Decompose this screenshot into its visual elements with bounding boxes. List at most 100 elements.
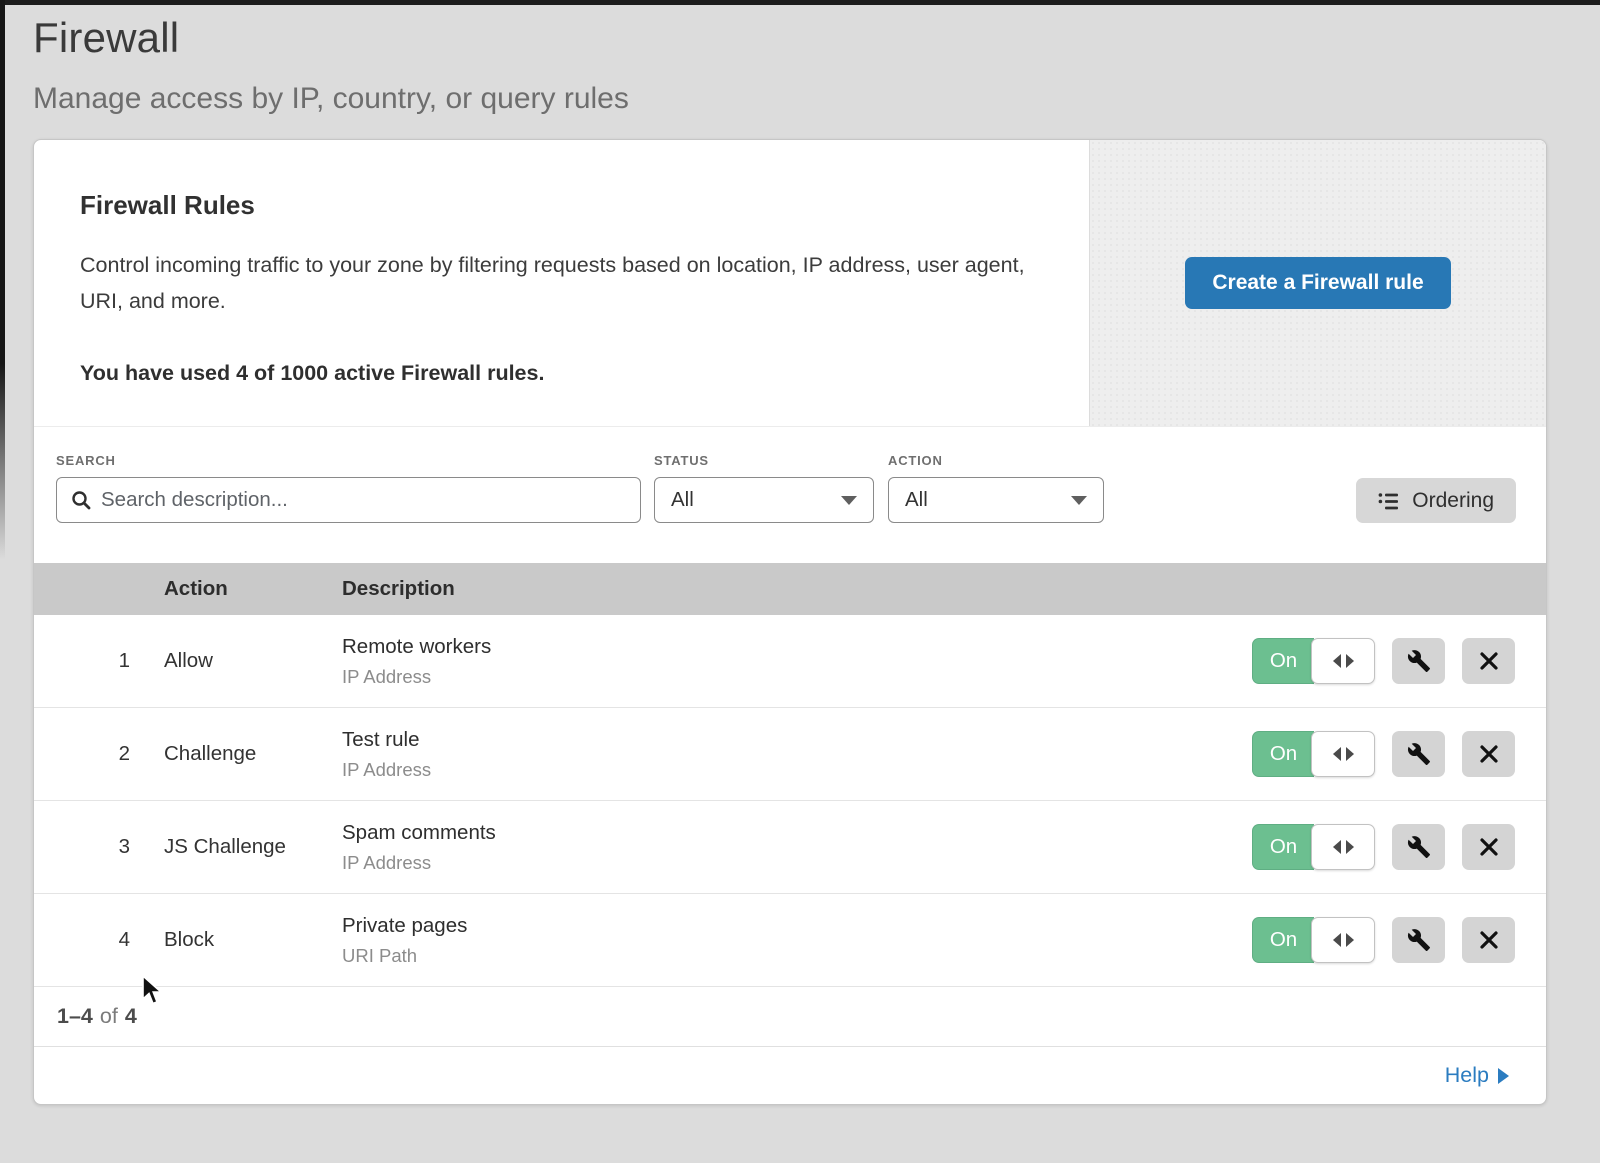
close-icon [1479,837,1499,857]
rule-priority: 3 [34,835,164,859]
pagination-range: 1–4 [57,1004,93,1029]
toggle-handle[interactable] [1311,824,1375,870]
chevron-down-icon [841,496,857,505]
toggle-on-label: On [1252,917,1314,963]
wrench-icon [1407,835,1431,859]
triangle-left-icon [1333,747,1341,761]
toggle-on-label: On [1252,731,1314,777]
status-select[interactable]: All [654,477,874,523]
toggle-handle[interactable] [1311,731,1375,777]
firewall-rules-card: Firewall Rules Control incoming traffic … [33,139,1547,1105]
status-filter-group: STATUS All [641,453,874,523]
toggle-on-label: On [1252,638,1314,684]
rule-controls: On [1206,731,1546,777]
ordering-button-label: Ordering [1412,489,1494,513]
panel-info: Firewall Rules Control incoming traffic … [34,140,1089,426]
page-subtitle: Manage access by IP, country, or query r… [33,82,1600,116]
rule-action: Challenge [164,742,342,766]
arrow-right-icon [1498,1068,1509,1084]
rule-priority: 2 [34,742,164,766]
edit-rule-button[interactable] [1392,917,1445,963]
table-row: 1 Allow Remote workers IP Address On [34,615,1546,708]
page-header: Firewall Manage access by IP, country, o… [0,0,1600,116]
pagination: 1–4 of 4 [34,987,1546,1047]
action-select-value: All [905,488,928,512]
rule-description: Private pages [342,914,1206,938]
rule-enabled-toggle[interactable]: On [1252,824,1375,870]
edit-rule-button[interactable] [1392,731,1445,777]
rule-match-type: URI Path [342,945,1206,967]
help-link-label: Help [1445,1063,1489,1088]
rule-enabled-toggle[interactable]: On [1252,917,1375,963]
action-filter-group: ACTION All [874,453,1104,523]
table-row: 2 Challenge Test rule IP Address On [34,708,1546,801]
panel-description: Control incoming traffic to your zone by… [80,247,1029,319]
delete-rule-button[interactable] [1462,638,1515,684]
rule-action: Block [164,928,342,952]
pagination-total: 4 [125,1004,137,1029]
create-firewall-rule-button[interactable]: Create a Firewall rule [1185,257,1450,309]
wrench-icon [1407,928,1431,952]
rule-description: Remote workers [342,635,1206,659]
rule-action: Allow [164,649,342,673]
toggle-handle[interactable] [1311,917,1375,963]
rule-match-type: IP Address [342,759,1206,781]
wrench-icon [1407,649,1431,673]
create-rule-panel: Create a Firewall rule [1089,140,1546,426]
toggle-handle[interactable] [1311,638,1375,684]
action-select[interactable]: All [888,477,1104,523]
filters-bar: SEARCH STATUS All ACTION All [34,427,1546,563]
delete-rule-button[interactable] [1462,917,1515,963]
toggle-on-label: On [1252,824,1314,870]
help-bar: Help [34,1047,1546,1104]
rule-controls: On [1206,638,1546,684]
rules-table-body: 1 Allow Remote workers IP Address On [34,615,1546,987]
search-input[interactable] [101,488,626,512]
rule-controls: On [1206,824,1546,870]
table-header-row: Action Description [34,563,1546,615]
rule-enabled-toggle[interactable]: On [1252,731,1375,777]
description-column-header: Description [342,577,1206,601]
rule-match-type: IP Address [342,852,1206,874]
rule-description: Spam comments [342,821,1206,845]
pagination-of: of [100,1004,118,1029]
rule-action: JS Challenge [164,835,342,859]
close-icon [1479,930,1499,950]
edit-rule-button[interactable] [1392,638,1445,684]
panel-title: Firewall Rules [80,190,1029,221]
ordered-list-icon [1378,492,1400,510]
rule-description-cell: Remote workers IP Address [342,635,1206,688]
chevron-down-icon [1071,496,1087,505]
action-column-header: Action [164,577,342,601]
table-row: 3 JS Challenge Spam comments IP Address … [34,801,1546,894]
card-top-section: Firewall Rules Control incoming traffic … [34,140,1546,427]
triangle-right-icon [1346,840,1354,854]
triangle-right-icon [1346,933,1354,947]
rule-match-type: IP Address [342,666,1206,688]
triangle-left-icon [1333,654,1341,668]
ordering-button[interactable]: Ordering [1356,478,1516,523]
status-select-value: All [671,488,694,512]
delete-rule-button[interactable] [1462,824,1515,870]
search-filter-group: SEARCH [56,453,641,523]
rule-controls: On [1206,917,1546,963]
window-frame-left [0,0,5,560]
panel-usage: You have used 4 of 1000 active Firewall … [80,361,1029,386]
close-icon [1479,651,1499,671]
status-label: STATUS [654,453,874,468]
rule-description-cell: Spam comments IP Address [342,821,1206,874]
rule-priority: 4 [34,928,164,952]
wrench-icon [1407,742,1431,766]
delete-rule-button[interactable] [1462,731,1515,777]
search-label: SEARCH [56,453,641,468]
rule-enabled-toggle[interactable]: On [1252,638,1375,684]
page-title: Firewall [33,14,1600,62]
rule-description-cell: Private pages URI Path [342,914,1206,967]
triangle-left-icon [1333,933,1341,947]
triangle-right-icon [1346,747,1354,761]
action-label: ACTION [888,453,1104,468]
rule-priority: 1 [34,649,164,673]
edit-rule-button[interactable] [1392,824,1445,870]
triangle-right-icon [1346,654,1354,668]
help-link[interactable]: Help [1445,1063,1509,1088]
